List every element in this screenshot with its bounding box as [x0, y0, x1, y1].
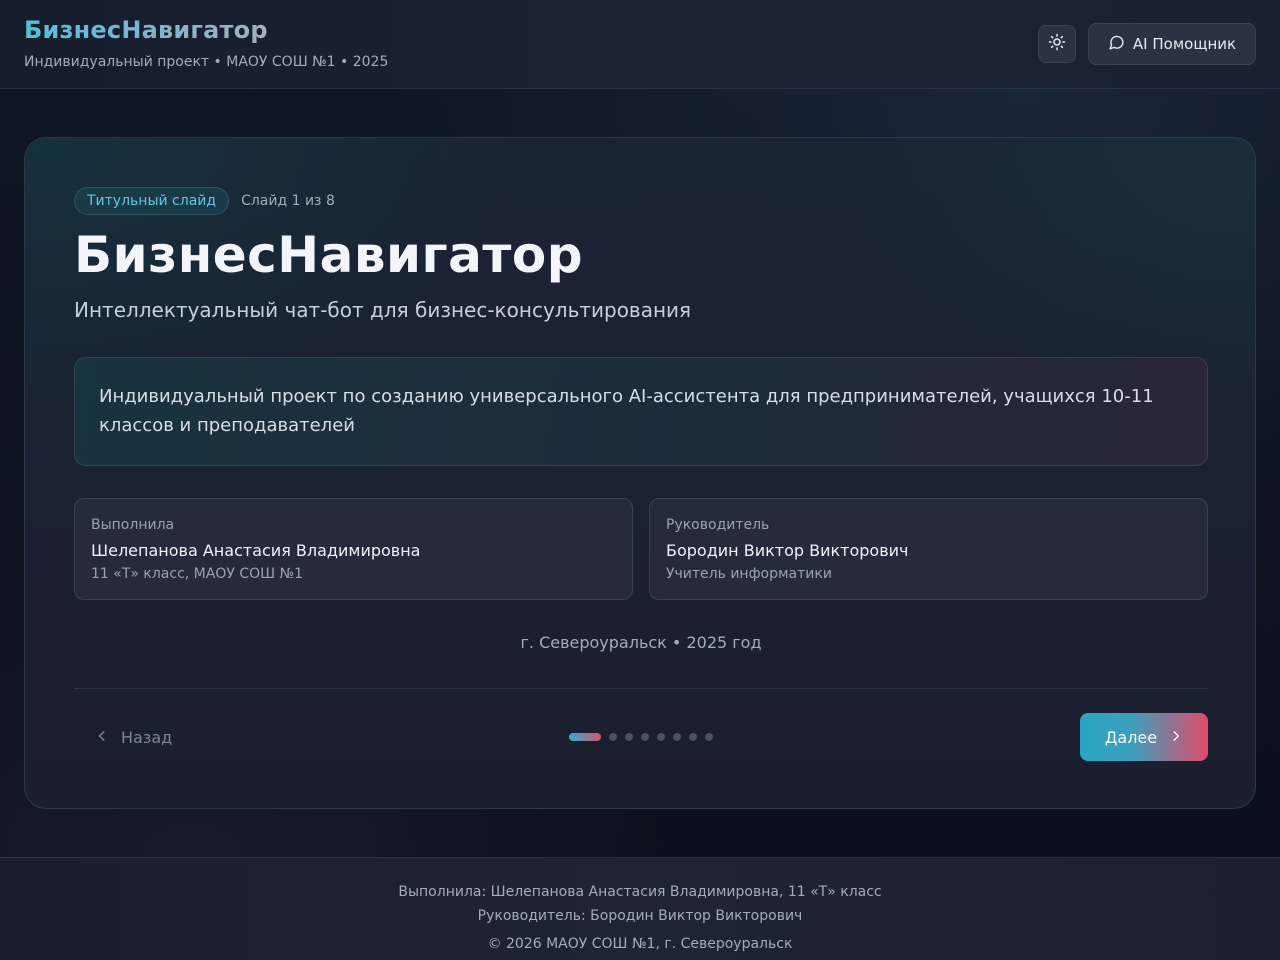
slide-dot-3[interactable] [625, 733, 633, 741]
slide-subtitle: Интеллектуальный чат-бот для бизнес-конс… [74, 298, 692, 322]
app-title[interactable]: БизнесНавигатор [24, 16, 268, 44]
page-footer: Выполнила: Шелепанова Анастасия Владимир… [0, 857, 1280, 960]
author-card: Выполнила Шелепанова Анастасия Владимиро… [74, 498, 633, 600]
back-label: Назад [121, 727, 173, 747]
slide-dot-6[interactable] [673, 733, 681, 741]
slide-type-badge: Титульный слайд [74, 187, 230, 215]
slide-dot-8[interactable] [705, 733, 713, 741]
project-description: Индивидуальный проект по созданию универ… [99, 386, 1154, 436]
footer-author: Выполнила: Шелепанова Анастасия Владимир… [398, 884, 882, 900]
chat-bubble-icon [1108, 34, 1125, 55]
divider [74, 688, 1208, 689]
supervisor-card: Руководитель Бородин Виктор Викторович У… [649, 498, 1208, 600]
supervisor-name: Бородин Виктор Викторович [666, 541, 909, 560]
footer-supervisor: Руководитель: Бородин Виктор Викторович [477, 908, 803, 924]
slide-counter: Слайд 1 из 8 [241, 193, 335, 209]
ai-assistant-label: AI Помощник [1132, 35, 1237, 53]
next-button[interactable]: Далее [1080, 713, 1208, 761]
slide-dot-5[interactable] [657, 733, 665, 741]
ai-assistant-button[interactable]: AI Помощник [1088, 23, 1256, 65]
chevron-left-icon [95, 728, 109, 747]
slide-card: Титульный слайд Слайд 1 из 8 БизнесНавиг… [24, 137, 1256, 809]
author-name: Шелепанова Анастасия Владимировна [91, 541, 421, 560]
author-class: 11 «Т» класс, МАОУ СОШ №1 [91, 566, 304, 582]
back-button[interactable]: Назад [95, 713, 205, 761]
slide-dot-7[interactable] [689, 733, 697, 741]
place-and-year: г. Североуральск • 2025 год [520, 633, 762, 652]
slide-title: БизнесНавигатор [74, 226, 584, 284]
chevron-right-icon [1169, 728, 1183, 747]
next-label: Далее [1104, 727, 1158, 747]
author-label: Выполнила [91, 517, 175, 533]
slide-pagination [569, 733, 713, 741]
app-subtitle: Индивидуальный проект • МАОУ СОШ №1 • 20… [24, 54, 389, 70]
sun-icon [1048, 33, 1066, 55]
supervisor-label: Руководитель [666, 517, 770, 533]
footer-copyright: © 2026 МАОУ СОШ №1, г. Североуральск [487, 936, 793, 952]
project-description-box: Индивидуальный проект по созданию универ… [74, 357, 1208, 466]
theme-toggle-button[interactable] [1038, 25, 1076, 63]
app-header: БизнесНавигатор Индивидуальный проект • … [0, 0, 1280, 89]
slide-dot-2[interactable] [609, 733, 617, 741]
slide-dot-4[interactable] [641, 733, 649, 741]
slide-meta: Титульный слайд Слайд 1 из 8 [74, 187, 335, 215]
slide-dot-1[interactable] [569, 733, 601, 741]
supervisor-role: Учитель информатики [666, 566, 832, 582]
